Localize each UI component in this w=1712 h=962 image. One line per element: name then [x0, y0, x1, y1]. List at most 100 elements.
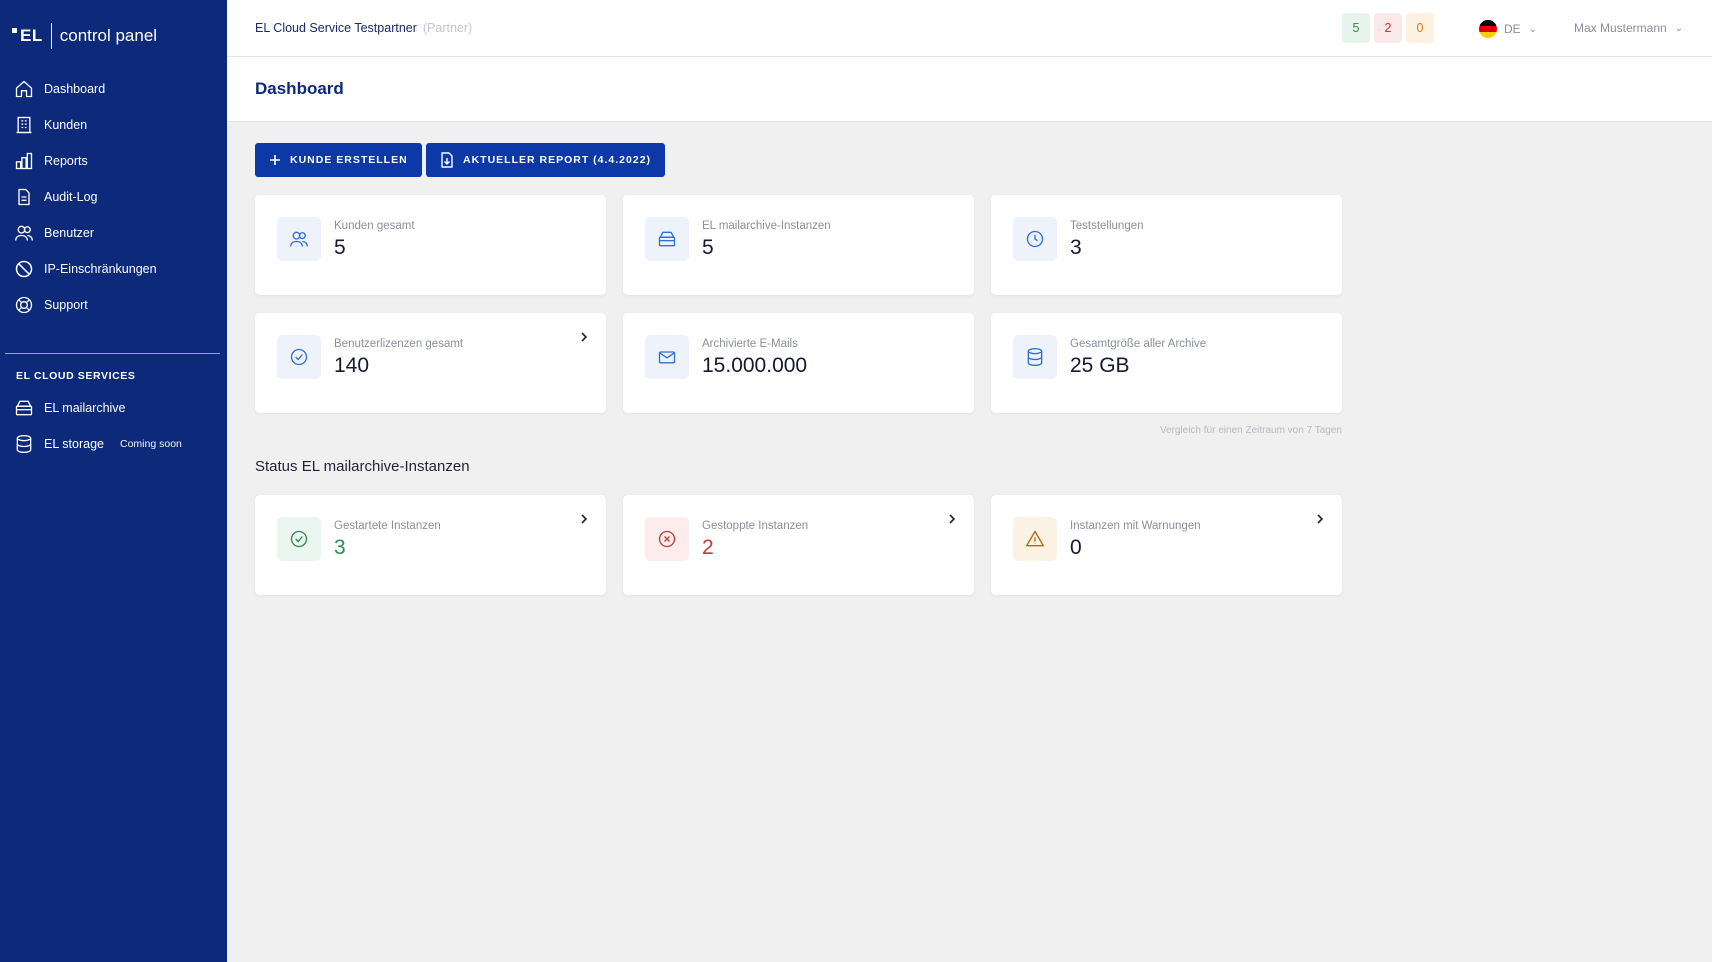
- sidebar-item-label: EL storage: [44, 437, 104, 451]
- lifebuoy-icon: [15, 296, 33, 314]
- archive-icon: [645, 217, 689, 261]
- sidebar-section-title: EL CLOUD SERVICES: [16, 370, 136, 382]
- document-icon: [18, 188, 30, 206]
- stat-card-user-licenses[interactable]: Benutzerlizenzen gesamt 140: [255, 313, 606, 413]
- user-menu[interactable]: Max Mustermann ⌄: [1574, 21, 1683, 35]
- german-flag-icon: [1479, 20, 1497, 38]
- logo-text: control panel: [59, 26, 158, 45]
- status-section-title: Status EL mailarchive-Instanzen: [255, 458, 470, 475]
- top-bar: EL Cloud Service Testpartner (Partner) 5 …: [227, 0, 1712, 57]
- status-card-warnings[interactable]: Instanzen mit Warnungen 0: [991, 495, 1342, 595]
- page-title: Dashboard: [255, 79, 344, 98]
- mail-icon: [645, 335, 689, 379]
- users-icon: [15, 225, 33, 241]
- sidebar-item-dashboard[interactable]: Dashboard: [0, 71, 227, 107]
- warning-triangle-icon: [1013, 517, 1057, 561]
- bar-chart-icon: [15, 152, 33, 170]
- home-icon: [15, 80, 33, 98]
- sidebar-item-label: Kunden: [44, 118, 88, 132]
- sidebar-item-reports[interactable]: Reports: [0, 143, 227, 179]
- stat-label: Gesamtgröße aller Archive: [1070, 338, 1207, 350]
- logo-mark: EL: [12, 26, 43, 46]
- comparison-note: Vergleich für einen Zeitraum von 7 Tagen: [1159, 425, 1342, 436]
- stat-label: Kunden gesamt: [334, 220, 415, 232]
- stat-card-archive-size: Gesamtgröße aller Archive 25 GB: [991, 313, 1342, 413]
- stat-label: Benutzerlizenzen gesamt: [334, 338, 464, 350]
- stat-card-customers: Kunden gesamt 5: [255, 195, 606, 295]
- chevron-down-icon: ⌄: [1528, 23, 1538, 35]
- stat-value: 25 GB: [1070, 354, 1130, 377]
- sidebar-item-benutzer[interactable]: Benutzer: [0, 215, 227, 251]
- stat-value: 3: [1070, 236, 1082, 259]
- sidebar-item-ip-restrictions[interactable]: IP-Einschränkungen: [0, 251, 227, 287]
- main-nav: Dashboard Kunden Reports Audit-Log Benut…: [0, 71, 227, 323]
- status-label: Gestartete Instanzen: [334, 520, 441, 532]
- sidebar-item-storage[interactable]: EL storage Coming soon: [0, 426, 227, 462]
- status-label: Instanzen mit Warnungen: [1070, 520, 1201, 532]
- status-badge-started[interactable]: 5: [1342, 13, 1370, 43]
- create-customer-button[interactable]: KUNDE ERSTELLEN: [255, 143, 422, 177]
- download-file-icon: [441, 152, 453, 168]
- chevron-right-icon[interactable]: [579, 331, 589, 343]
- clock-icon: [1013, 217, 1057, 261]
- ban-icon: [15, 260, 33, 278]
- sidebar-item-label: EL mailarchive: [44, 401, 126, 415]
- sidebar-item-label: Dashboard: [44, 82, 106, 96]
- org-name: EL Cloud Service Testpartner: [255, 21, 417, 35]
- chevron-right-icon[interactable]: [947, 513, 957, 525]
- stat-card-mailarchive-instances: EL mailarchive-Instanzen 5: [623, 195, 974, 295]
- stat-label: Teststellungen: [1070, 220, 1144, 232]
- check-circle-icon: [277, 335, 321, 379]
- sidebar: EL control panel Dashboard Kunden Report…: [0, 0, 227, 962]
- database-icon: [16, 435, 32, 454]
- sidebar-item-audit-log[interactable]: Audit-Log: [0, 179, 227, 215]
- sidebar-item-mailarchive[interactable]: EL mailarchive: [0, 390, 227, 426]
- stat-value: 5: [334, 236, 346, 259]
- users-icon: [277, 217, 321, 261]
- status-badges: 5 2 0: [1342, 13, 1434, 43]
- user-name: Max Mustermann: [1574, 21, 1667, 35]
- chevron-right-icon[interactable]: [579, 513, 589, 525]
- status-label: Gestoppte Instanzen: [702, 520, 809, 532]
- database-icon: [1013, 335, 1057, 379]
- sidebar-item-label: Benutzer: [44, 226, 95, 240]
- stat-label: Archivierte E-Mails: [702, 338, 798, 350]
- plus-icon: [270, 155, 280, 165]
- create-customer-label: KUNDE ERSTELLEN: [290, 154, 408, 166]
- coming-soon-tag: Coming soon: [120, 438, 182, 450]
- stat-value: 15.000.000: [702, 354, 808, 377]
- building-icon: [16, 116, 32, 134]
- organization-name[interactable]: EL Cloud Service Testpartner (Partner): [255, 21, 472, 35]
- status-badge-warnings[interactable]: 0: [1406, 13, 1434, 43]
- current-report-label: AKTUELLER REPORT (4.4.2022): [463, 154, 652, 166]
- logo-divider: [50, 23, 52, 49]
- stat-card-archived-emails: Archivierte E-Mails 15.000.000: [623, 313, 974, 413]
- status-card-stopped[interactable]: Gestoppte Instanzen 2: [623, 495, 974, 595]
- app-logo[interactable]: EL control panel: [12, 20, 157, 52]
- sidebar-item-label: Reports: [44, 154, 88, 168]
- stat-value: 140: [334, 354, 370, 377]
- sidebar-item-label: Support: [44, 298, 88, 312]
- sidebar-item-support[interactable]: Support: [0, 287, 227, 323]
- language-selector[interactable]: DE ⌄: [1479, 20, 1537, 38]
- status-value: 0: [1070, 536, 1082, 559]
- status-value: 2: [702, 536, 714, 559]
- sidebar-item-kunden[interactable]: Kunden: [0, 107, 227, 143]
- services-nav: EL mailarchive EL storage Coming soon: [0, 390, 227, 462]
- archive-icon: [15, 400, 33, 416]
- status-value: 3: [334, 536, 346, 559]
- chevron-right-icon[interactable]: [1315, 513, 1325, 525]
- stat-card-test-setups: Teststellungen 3: [991, 195, 1342, 295]
- stat-label: EL mailarchive-Instanzen: [702, 220, 831, 232]
- sidebar-item-label: IP-Einschränkungen: [44, 262, 157, 276]
- language-code: DE: [1504, 22, 1521, 36]
- x-circle-icon: [645, 517, 689, 561]
- page-header: Dashboard: [227, 57, 1712, 122]
- status-badge-stopped[interactable]: 2: [1374, 13, 1402, 43]
- sidebar-divider: [5, 353, 220, 354]
- sidebar-item-label: Audit-Log: [44, 190, 98, 204]
- check-circle-icon: [277, 517, 321, 561]
- stat-value: 5: [702, 236, 714, 259]
- current-report-button[interactable]: AKTUELLER REPORT (4.4.2022): [426, 143, 666, 177]
- status-card-started[interactable]: Gestartete Instanzen 3: [255, 495, 606, 595]
